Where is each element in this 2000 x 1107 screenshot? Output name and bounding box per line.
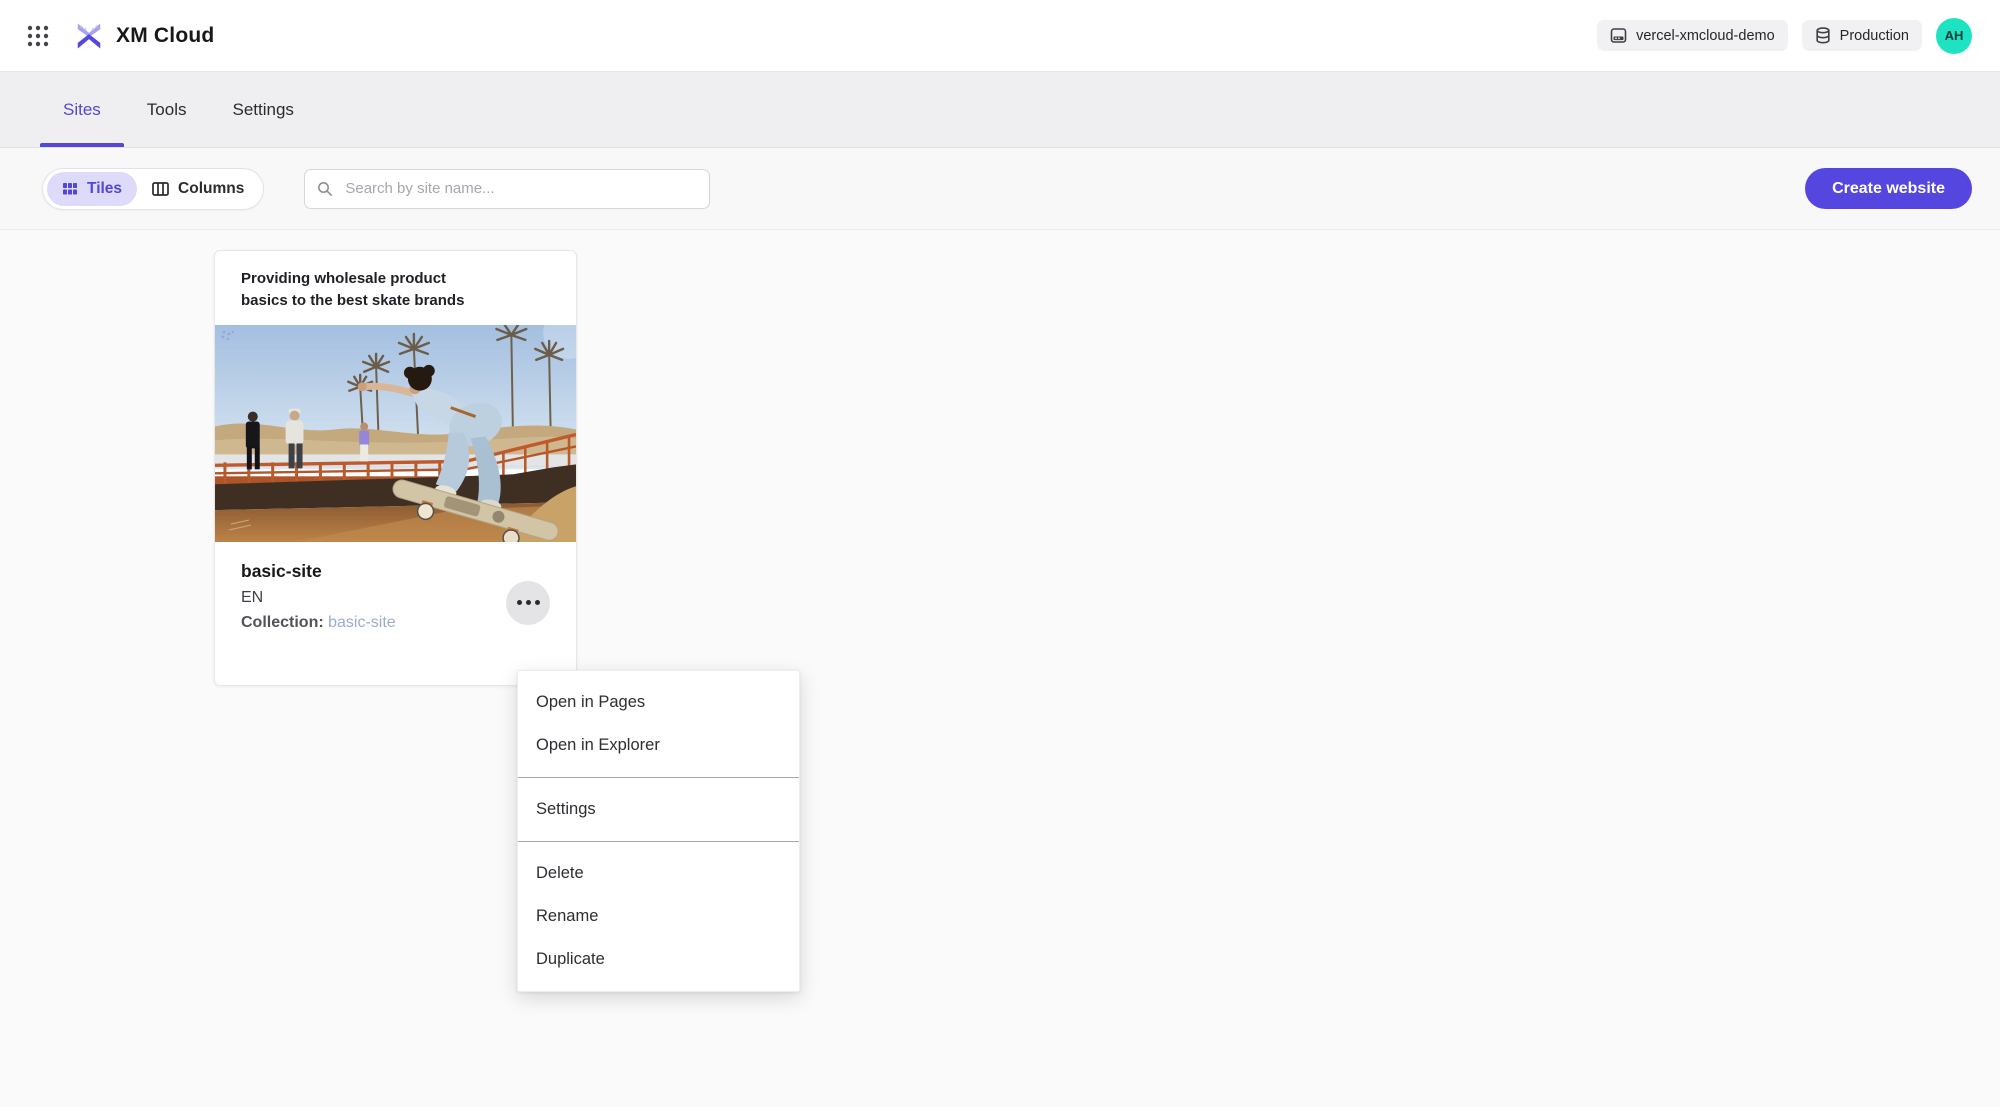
menu-item-open-in-explorer[interactable]: Open in Explorer [518, 724, 799, 767]
brand: XM Cloud [74, 21, 214, 51]
menu-item-rename[interactable]: Rename [518, 895, 799, 938]
create-website-button[interactable]: Create website [1805, 168, 1972, 209]
tab-sites-label: Sites [63, 100, 101, 120]
search-icon [317, 181, 333, 197]
menu-item-delete[interactable]: Delete [518, 852, 799, 895]
site-card-menu-button[interactable] [506, 581, 550, 625]
collection-link[interactable]: basic-site [328, 614, 396, 631]
project-badge[interactable]: vercel-xmcloud-demo [1597, 20, 1788, 51]
menu-group-settings: Settings [518, 778, 799, 841]
site-description: Providing wholesale product basics to th… [215, 251, 576, 325]
site-collection: Collection: basic-site [241, 614, 550, 632]
tab-tools[interactable]: Tools [124, 72, 210, 147]
tab-sites[interactable]: Sites [40, 72, 124, 147]
tab-settings[interactable]: Settings [209, 72, 316, 147]
sites-toolbar: Tiles Columns Create website [0, 148, 2000, 230]
app-title: XM Cloud [116, 24, 214, 48]
search-input[interactable] [304, 169, 710, 209]
menu-group-manage: Delete Rename Duplicate [518, 842, 799, 991]
xm-cloud-logo-icon [74, 21, 104, 51]
top-header: XM Cloud vercel-xmcloud-demo Production [0, 0, 2000, 72]
view-toggle-columns-label: Columns [178, 180, 244, 198]
app-launcher-button[interactable] [16, 14, 60, 58]
environment-badge[interactable]: Production [1802, 20, 1922, 51]
menu-item-settings[interactable]: Settings [518, 788, 799, 831]
header-right-group: vercel-xmcloud-demo Production AH [1597, 18, 1972, 54]
tiles-grid-icon [62, 181, 78, 197]
menu-group-open: Open in Pages Open in Explorer [518, 671, 799, 777]
view-toggle: Tiles Columns [42, 168, 264, 210]
site-thumbnail-image [215, 325, 576, 542]
database-icon [1815, 27, 1831, 44]
project-icon [1610, 27, 1627, 44]
collection-label: Collection: [241, 614, 324, 631]
tab-tools-label: Tools [147, 100, 187, 120]
create-website-label: Create website [1832, 180, 1945, 197]
user-avatar[interactable]: AH [1936, 18, 1972, 54]
site-name: basic-site [241, 561, 550, 582]
avatar-initials: AH [1945, 28, 1964, 43]
site-card-info: basic-site EN Collection: basic-site [215, 542, 576, 651]
view-toggle-tiles[interactable]: Tiles [47, 172, 137, 206]
site-language: EN [241, 589, 550, 607]
project-badge-label: vercel-xmcloud-demo [1636, 28, 1775, 44]
site-description-line-2: basics to the best skate brands [241, 290, 550, 312]
view-toggle-columns[interactable]: Columns [137, 172, 259, 206]
main-nav-tabs: Sites Tools Settings [0, 72, 2000, 148]
site-description-line-1: Providing wholesale product [241, 268, 550, 290]
site-search [304, 169, 710, 209]
columns-icon [152, 181, 169, 197]
menu-item-open-in-pages[interactable]: Open in Pages [518, 681, 799, 724]
menu-item-duplicate[interactable]: Duplicate [518, 938, 799, 981]
site-context-menu: Open in Pages Open in Explorer Settings … [517, 670, 800, 992]
view-toggle-tiles-label: Tiles [87, 180, 122, 198]
tab-settings-label: Settings [232, 100, 293, 120]
apps-grid-icon [27, 25, 49, 47]
ellipsis-icon [517, 600, 522, 605]
xm-cloud-sites-page: XM Cloud vercel-xmcloud-demo Production [0, 0, 2000, 1107]
site-card-basic-site[interactable]: Providing wholesale product basics to th… [214, 250, 577, 686]
environment-badge-label: Production [1840, 28, 1909, 44]
